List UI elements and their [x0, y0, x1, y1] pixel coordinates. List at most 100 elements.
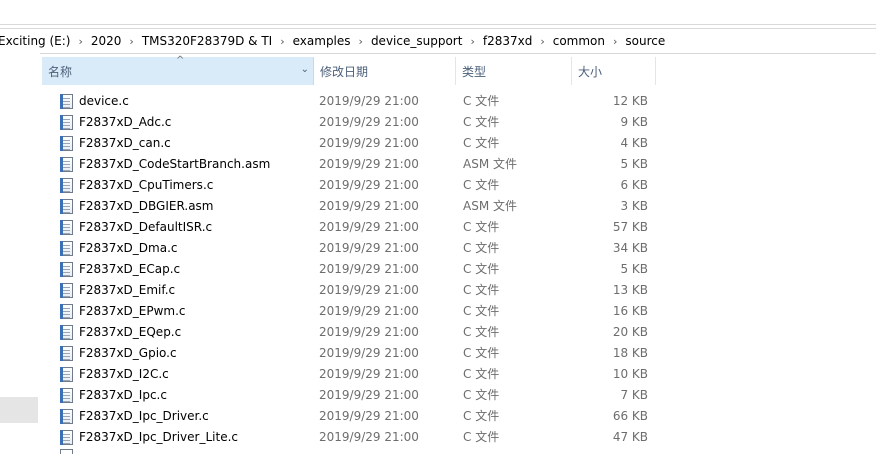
file-type: C 文件	[463, 283, 500, 297]
file-modified-date: 2019/9/29 21:00	[319, 220, 419, 234]
file-name: F2837xD_Ipc_Driver_Lite.c	[79, 430, 238, 444]
column-header-date[interactable]: 修改日期	[314, 57, 456, 85]
ribbon-edge	[0, 0, 876, 25]
breadcrumb-separator-icon[interactable]: ›	[468, 35, 476, 48]
file-size: 7 KB	[620, 388, 648, 402]
file-name: F2837xD_I2C.c	[79, 367, 169, 381]
breadcrumb-item[interactable]: device_support	[365, 34, 469, 48]
file-list: device.c 2019/9/29 21:00 C 文件 12 KB F2837xD_…	[40, 91, 660, 448]
breadcrumb-item[interactable]: 2020	[85, 34, 128, 48]
file-modified-date: 2019/9/29 21:00	[319, 199, 419, 213]
file-modified-date: 2019/9/29 21:00	[319, 178, 419, 192]
document-file-icon	[60, 136, 73, 151]
document-file-icon	[60, 241, 73, 256]
breadcrumb-separator-icon[interactable]: ›	[357, 35, 365, 48]
file-row[interactable]: F2837xD_DBGIER.asm 2019/9/29 21:00 ASM 文件 3…	[40, 196, 660, 217]
file-row[interactable]: F2837xD_can.c 2019/9/29 21:00 C 文件 4 KB	[40, 133, 660, 154]
file-modified-date: 2019/9/29 21:00	[319, 115, 419, 129]
file-row[interactable]: F2837xD_DefaultISR.c 2019/9/29 21:00 C 文件 5…	[40, 217, 660, 238]
document-file-icon	[60, 325, 73, 340]
breadcrumb-item[interactable]: Exciting (E:)	[0, 34, 76, 48]
file-name: F2837xD_ECap.c	[79, 262, 181, 276]
document-file-icon	[60, 115, 73, 130]
breadcrumb-item[interactable]: source	[619, 34, 671, 48]
file-row[interactable]: device.c 2019/9/29 21:00 C 文件 12 KB	[40, 91, 660, 112]
file-name: F2837xD_Ipc_Driver.c	[79, 409, 209, 423]
file-type: ASM 文件	[463, 157, 517, 171]
file-size: 12 KB	[612, 94, 648, 108]
file-row[interactable]: F2837xD_Ipc.c 2019/9/29 21:00 C 文件 7 KB	[40, 385, 660, 406]
file-modified-date: 2019/9/29 21:00	[319, 136, 419, 150]
chevron-down-icon[interactable]: ⌄	[301, 64, 309, 75]
file-size: 20 KB	[612, 325, 648, 339]
file-type: C 文件	[463, 178, 500, 192]
file-type: C 文件	[463, 430, 500, 444]
file-row[interactable]: F2837xD_Dma.c 2019/9/29 21:00 C 文件 34 KB	[40, 238, 660, 259]
file-size: 13 KB	[612, 283, 648, 297]
column-header-size[interactable]: 大小	[572, 57, 656, 85]
file-row[interactable]: F2837xD_Ipc_Driver_Lite.c 2019/9/29 21:00…	[40, 427, 660, 448]
file-size: 47 KB	[612, 430, 648, 444]
file-size: 34 KB	[612, 241, 648, 255]
file-row[interactable]: F2837xD_I2C.c 2019/9/29 21:00 C 文件 10 KB	[40, 364, 660, 385]
file-type: C 文件	[463, 409, 500, 423]
file-row[interactable]: F2837xD_Emif.c 2019/9/29 21:00 C 文件 13 KB	[40, 280, 660, 301]
column-header-name[interactable]: 名称 ^ ⌄	[42, 55, 314, 85]
file-modified-date: 2019/9/29 21:00	[319, 157, 419, 171]
file-size: 5 KB	[620, 157, 648, 171]
document-file-icon	[60, 199, 73, 214]
file-type: ASM 文件	[463, 199, 517, 213]
breadcrumb-item[interactable]: f2837xd	[477, 34, 538, 48]
breadcrumb-separator-icon[interactable]: ›	[76, 35, 84, 48]
file-modified-date: 2019/9/29 21:00	[319, 409, 419, 423]
file-type: C 文件	[463, 388, 500, 402]
file-size: 18 KB	[612, 346, 648, 360]
file-name: F2837xD_DefaultISR.c	[79, 220, 213, 234]
file-size: 16 KB	[612, 304, 648, 318]
navigation-pane[interactable]	[0, 53, 40, 454]
file-modified-date: 2019/9/29 21:00	[319, 262, 419, 276]
file-row[interactable]: F2837xD_EPwm.c 2019/9/29 21:00 C 文件 16 KB	[40, 301, 660, 322]
file-modified-date: 2019/9/29 21:00	[319, 304, 419, 318]
file-modified-date: 2019/9/29 21:00	[319, 94, 419, 108]
column-header-type[interactable]: 类型	[456, 57, 572, 85]
file-modified-date: 2019/9/29 21:00	[319, 388, 419, 402]
file-name: F2837xD_can.c	[79, 136, 171, 150]
column-header-name-label: 名称	[48, 64, 73, 79]
file-modified-date: 2019/9/29 21:00	[319, 367, 419, 381]
breadcrumb-item[interactable]: examples	[287, 34, 357, 48]
file-row[interactable]: F2837xD_Ipc_Driver.c 2019/9/29 21:00 C 文件 6…	[40, 406, 660, 427]
file-name: F2837xD_Dma.c	[79, 241, 178, 255]
file-row[interactable]: F2837xD_ECap.c 2019/9/29 21:00 C 文件 5 KB	[40, 259, 660, 280]
file-row[interactable]: F2837xD_CpuTimers.c 2019/9/29 21:00 C 文件 6 …	[40, 175, 660, 196]
document-file-icon	[60, 220, 73, 235]
breadcrumb-separator-icon[interactable]: ›	[127, 35, 135, 48]
navigation-pane-selected-item[interactable]	[0, 397, 38, 423]
file-name: F2837xD_EPwm.c	[79, 304, 186, 318]
file-name: F2837xD_Adc.c	[79, 115, 172, 129]
breadcrumb-item[interactable]: common	[547, 34, 611, 48]
file-size: 5 KB	[620, 262, 648, 276]
breadcrumb-item[interactable]: TMS320F28379D & TI	[136, 34, 278, 48]
file-type: C 文件	[463, 262, 500, 276]
file-size: 9 KB	[620, 115, 648, 129]
document-file-icon	[60, 388, 73, 403]
file-row[interactable]: F2837xD_Gpio.c 2019/9/29 21:00 C 文件 18 KB	[40, 343, 660, 364]
document-file-icon	[60, 346, 73, 361]
file-row[interactable]: F2837xD_Adc.c 2019/9/29 21:00 C 文件 9 KB	[40, 112, 660, 133]
file-type: C 文件	[463, 346, 500, 360]
breadcrumb-separator-icon[interactable]: ›	[278, 35, 286, 48]
file-name: F2837xD_Emif.c	[79, 283, 176, 297]
breadcrumb-separator-icon[interactable]: ›	[611, 35, 619, 48]
file-name: F2837xD_DBGIER.asm	[79, 199, 214, 213]
file-size: 10 KB	[612, 367, 648, 381]
document-file-icon	[60, 178, 73, 193]
file-size: 66 KB	[612, 409, 648, 423]
file-row[interactable]: F2837xD_CodeStartBranch.asm 2019/9/29 21:…	[40, 154, 660, 175]
address-bar[interactable]: Exciting (E:) › 2020 › TMS320F28379D & TI › ex…	[0, 28, 876, 54]
file-row[interactable]: F2837xD_EQep.c 2019/9/29 21:00 C 文件 20 KB	[40, 322, 660, 343]
breadcrumb-separator-icon[interactable]: ›	[538, 35, 546, 48]
file-name: device.c	[79, 94, 129, 108]
document-file-icon	[60, 283, 73, 298]
file-size: 3 KB	[620, 199, 648, 213]
